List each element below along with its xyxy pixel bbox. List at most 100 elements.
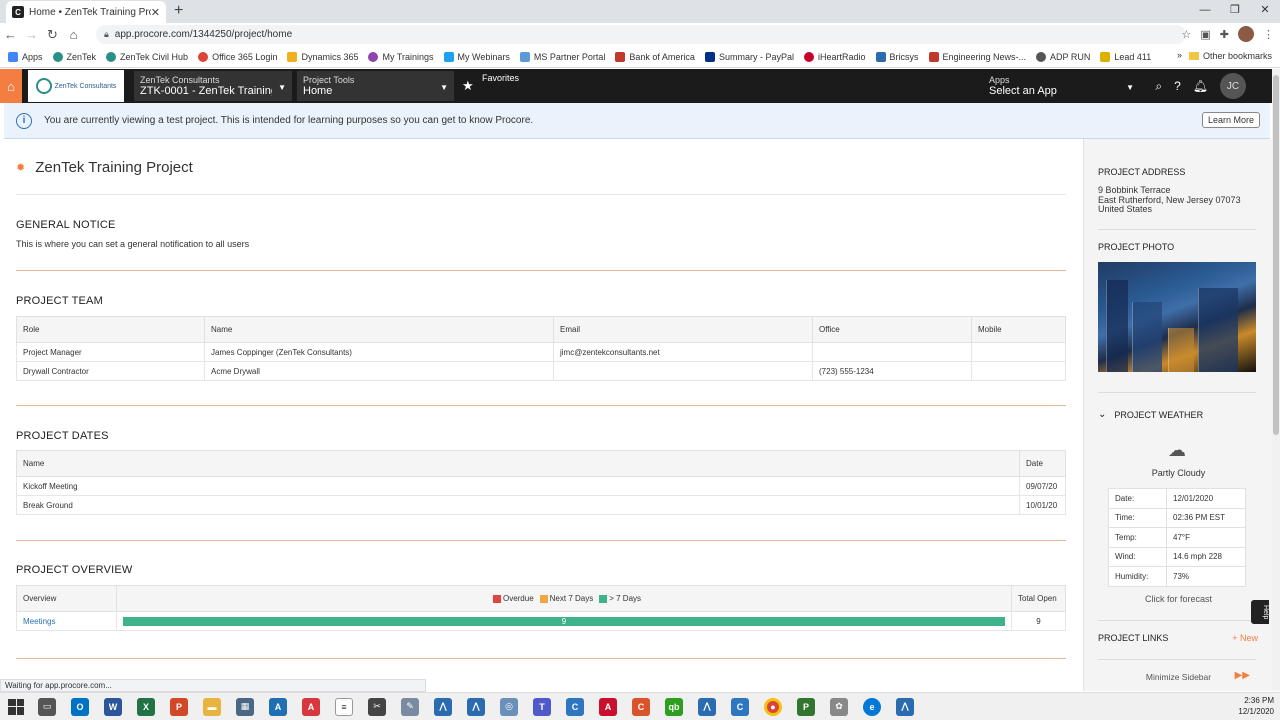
- new-tab-button[interactable]: +: [174, 2, 183, 20]
- other-bookmarks[interactable]: Other bookmarks: [1188, 51, 1272, 61]
- column-header[interactable]: Email: [553, 316, 813, 343]
- chrome-icon[interactable]: ●: [764, 697, 782, 716]
- word-icon[interactable]: W: [104, 697, 122, 716]
- divider: [16, 270, 1066, 271]
- task-view-icon[interactable]: ▭: [38, 697, 56, 716]
- bookmark-bricsys[interactable]: Bricsys: [875, 51, 919, 62]
- bookmark-iheart[interactable]: iHeartRadio: [803, 51, 866, 62]
- windows-taskbar: ▭ O W X P ▬ ▦ A A ≡ ✂ ✎ ⋀ ⋀ ◎ T C A C qb…: [0, 692, 1280, 720]
- bookmark-boa[interactable]: Bank of America: [615, 51, 695, 62]
- project-photo[interactable]: [1098, 262, 1256, 372]
- bricsys-app-icon[interactable]: ⋀: [698, 697, 716, 716]
- bookmark-paypal[interactable]: Summary - PayPal: [704, 51, 794, 62]
- maximize-window-button[interactable]: ❐: [1220, 0, 1250, 22]
- quickbooks-icon[interactable]: qb: [665, 697, 683, 716]
- scrollbar-thumb[interactable]: [1273, 75, 1279, 435]
- column-header[interactable]: Office: [812, 316, 972, 343]
- home-button[interactable]: ⌂: [0, 69, 22, 103]
- civil-app-icon[interactable]: C: [731, 697, 749, 716]
- notepad-icon[interactable]: ≡: [335, 697, 353, 716]
- notification-bell-icon[interactable]: 🔔︎: [1193, 79, 1208, 93]
- bookmark-lead411[interactable]: Lead 411: [1100, 51, 1151, 62]
- bookmark-dynamics[interactable]: Dynamics 365: [287, 51, 358, 62]
- close-window-button[interactable]: ✕: [1250, 0, 1280, 22]
- bricsys-app-icon[interactable]: ⋀: [896, 697, 914, 716]
- minimize-window-button[interactable]: —: [1190, 0, 1220, 22]
- bookmark-adp[interactable]: ADP RUN: [1036, 51, 1090, 62]
- cell-email[interactable]: jimc@zentekconsultants.net: [553, 342, 813, 362]
- civil3d-icon[interactable]: C: [632, 697, 650, 716]
- bookmark-enr[interactable]: Engineering News-...: [928, 51, 1026, 62]
- new-link-button[interactable]: + New: [1232, 633, 1258, 643]
- civil-app-icon[interactable]: C: [566, 697, 584, 716]
- weather-toggle[interactable]: ⌄ PROJECT WEATHER: [1098, 409, 1203, 420]
- address-bar[interactable]: 🔒︎ app.procore.com/1344250/project/home: [96, 25, 1186, 44]
- excel-icon[interactable]: X: [137, 697, 155, 716]
- column-header[interactable]: Role: [16, 316, 205, 343]
- favorites-label[interactable]: Favorites: [482, 73, 519, 83]
- paint-palette-icon[interactable]: ✿: [830, 697, 848, 716]
- powerpoint-icon[interactable]: P: [170, 697, 188, 716]
- column-header[interactable]: Date: [1019, 450, 1066, 477]
- windows-start-icon[interactable]: [8, 698, 24, 715]
- help-tab[interactable]: Help: [1251, 600, 1269, 624]
- calculator-icon[interactable]: ▦: [236, 697, 254, 716]
- bookmark-zentek[interactable]: ZenTek: [52, 51, 96, 62]
- forward-icon[interactable]: →: [21, 27, 42, 42]
- column-header[interactable]: Mobile: [971, 316, 1066, 343]
- bookmark-trainings[interactable]: My Trainings: [368, 51, 434, 62]
- project-icon[interactable]: P: [797, 697, 815, 716]
- more-bookmarks-icon[interactable]: »: [1177, 50, 1182, 60]
- bookmark-webinars[interactable]: My Webinars: [443, 51, 510, 62]
- help-icon[interactable]: ?: [1174, 79, 1181, 93]
- close-tab-icon[interactable]: ✕: [151, 6, 160, 19]
- reload-icon[interactable]: ↻: [42, 27, 63, 43]
- bricsys-app-icon[interactable]: ⋀: [434, 697, 452, 716]
- outlook-icon[interactable]: O: [71, 697, 89, 716]
- favorites-star-icon[interactable]: ★: [462, 78, 474, 94]
- app-selector[interactable]: Apps Select an App ▼: [983, 71, 1140, 101]
- bookmark-zentek-civil[interactable]: ZenTek Civil Hub: [106, 51, 188, 62]
- column-header[interactable]: Name: [16, 450, 1020, 477]
- meetings-progress-bar[interactable]: 9: [123, 616, 1005, 626]
- user-avatar[interactable]: JC: [1220, 73, 1246, 99]
- menu-icon[interactable]: ⋮: [1263, 28, 1274, 41]
- browser-tab[interactable]: C Home • ZenTek Training Project ✕: [6, 1, 166, 23]
- cell-email: [553, 361, 813, 381]
- search-icon[interactable]: ⌕: [1155, 79, 1162, 94]
- puzzle-icon[interactable]: ✚: [1220, 28, 1229, 41]
- network-icon[interactable]: ◎: [500, 697, 518, 716]
- trainings-icon: [368, 51, 379, 62]
- paint-icon[interactable]: ✎: [401, 697, 419, 716]
- home-icon[interactable]: ⌂: [63, 27, 84, 42]
- learn-more-button[interactable]: Learn More: [1201, 112, 1260, 128]
- forecast-link[interactable]: Click for forecast: [1084, 594, 1273, 604]
- meetings-link[interactable]: Meetings: [16, 611, 117, 631]
- acrobat-icon[interactable]: A: [302, 697, 320, 716]
- company-logo[interactable]: ZenTek Consultants: [28, 70, 124, 102]
- column-header[interactable]: Name: [204, 316, 554, 343]
- bricsys-app-icon[interactable]: ⋀: [467, 697, 485, 716]
- weather-label: Humidity:: [1108, 566, 1167, 587]
- bookmark-partner[interactable]: MS Partner Portal: [519, 51, 605, 62]
- teams-icon[interactable]: T: [533, 697, 551, 716]
- profile-avatar[interactable]: [1238, 26, 1254, 42]
- system-clock[interactable]: 2:36 PM 12/1/2020: [1238, 695, 1274, 717]
- page-scrollbar[interactable]: [1272, 69, 1280, 691]
- file-explorer-icon[interactable]: ▬: [203, 697, 221, 716]
- edge-icon[interactable]: e: [863, 697, 881, 716]
- double-chevron-right-icon[interactable]: ▶▶: [1235, 670, 1250, 681]
- autocad-icon[interactable]: A: [599, 697, 617, 716]
- snipping-icon[interactable]: ✂: [368, 697, 386, 716]
- bookmark-apps[interactable]: Apps: [8, 51, 43, 62]
- autocad-a-icon[interactable]: A: [269, 697, 287, 716]
- bookmark-office365[interactable]: Office 365 Login: [198, 51, 277, 62]
- back-icon[interactable]: ←: [0, 27, 21, 42]
- bookmark-star-icon[interactable]: ☆: [1182, 28, 1192, 41]
- project-selector[interactable]: ZenTek Consultants ZTK-0001 - ZenTek Tra…: [134, 71, 292, 101]
- gear-icon[interactable]: ✹: [16, 161, 25, 174]
- tool-selector[interactable]: Project Tools Home ▼: [297, 71, 454, 101]
- extension-icon[interactable]: ▣: [1200, 28, 1210, 41]
- clock-time: 2:36 PM: [1244, 696, 1274, 705]
- weather-table: Date: 12/01/2020 Time: 02:36 PM EST Temp: 4…: [1108, 488, 1246, 587]
